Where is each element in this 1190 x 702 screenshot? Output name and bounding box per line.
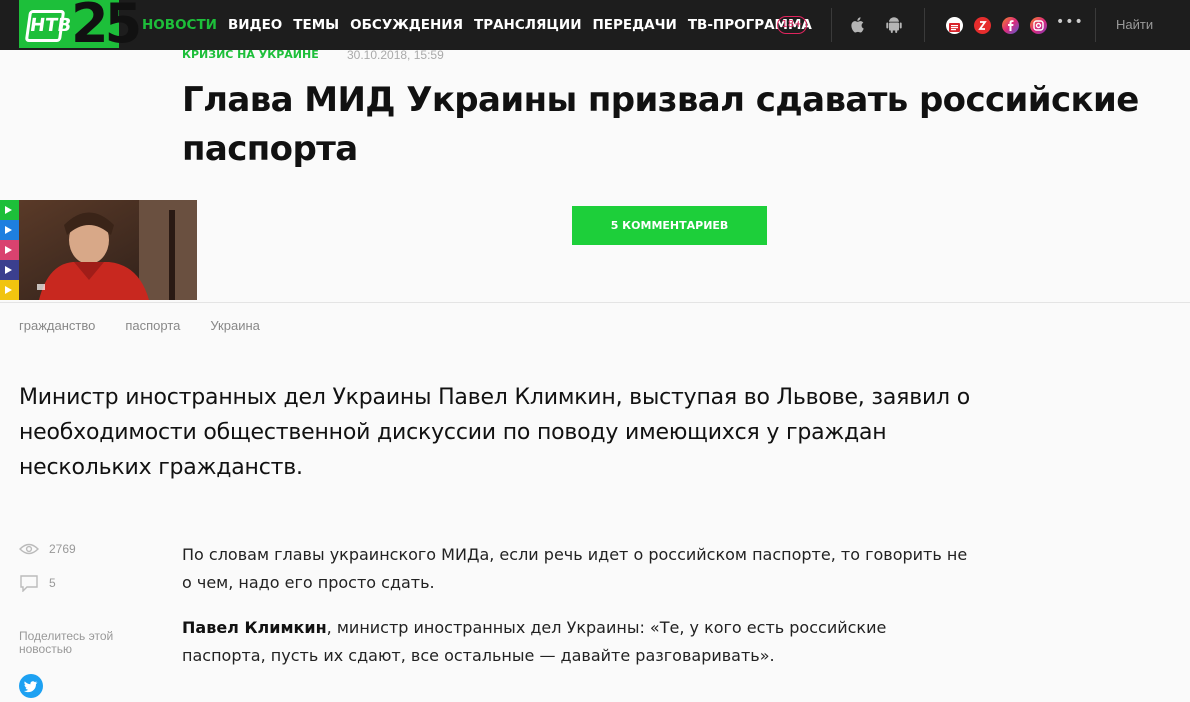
play-icon[interactable]	[0, 280, 19, 300]
play-icon[interactable]	[0, 260, 19, 280]
apple-icon[interactable]	[848, 15, 868, 35]
comments-count: 5	[49, 576, 56, 590]
nav-discussions[interactable]: ОБСУЖДЕНИЯ	[350, 17, 463, 33]
nav-news[interactable]: НОВОСТИ	[142, 17, 217, 33]
article-date: 30.10.2018, 15:59	[347, 48, 444, 62]
facebook-icon[interactable]	[1002, 17, 1019, 34]
news-icon[interactable]	[946, 17, 963, 34]
logo-text: НТВ	[24, 10, 73, 42]
divider	[924, 8, 925, 42]
views-counter: 2769	[19, 542, 76, 556]
nav-shows[interactable]: ПЕРЕДАЧИ	[593, 17, 677, 33]
top-bar: НТВ 25 НОВОСТИ ВИДЕО ТЕМЫ ОБСУЖДЕНИЯ ТРА…	[0, 0, 1190, 54]
comment-icon	[20, 575, 38, 592]
divider	[831, 8, 832, 42]
zen-icon[interactable]	[974, 17, 991, 34]
video-strip	[0, 200, 19, 300]
main-nav: НОВОСТИ ВИДЕО ТЕМЫ ОБСУЖДЕНИЯ ТРАНСЛЯЦИИ…	[142, 0, 823, 50]
tag-link[interactable]: гражданство	[19, 318, 95, 333]
article-paragraph: По словам главы украинского МИДа, если р…	[182, 545, 968, 592]
divider	[0, 302, 1190, 303]
nav-video[interactable]: ВИДЕО	[228, 17, 282, 33]
video-widget[interactable]	[0, 200, 200, 300]
more-icon[interactable]: •••	[1056, 14, 1084, 30]
comments-button[interactable]: 5 КОММЕНТАРИЕВ	[572, 206, 767, 245]
nav-topics[interactable]: ТЕМЫ	[293, 17, 339, 33]
play-icon[interactable]	[0, 240, 19, 260]
article-lead: Министр иностранных дел Украины Павел Кл…	[19, 385, 970, 480]
age-badge: 18+	[777, 16, 807, 34]
tag-link[interactable]: паспорта	[125, 318, 180, 333]
logo-number: 25	[71, 0, 142, 55]
comments-counter[interactable]: 5	[19, 574, 56, 592]
ntv-logo[interactable]: НТВ 25	[19, 0, 142, 54]
play-icon[interactable]	[0, 220, 19, 240]
play-icon[interactable]	[0, 200, 19, 220]
quote-author: Павел Климкин	[182, 618, 327, 637]
video-thumbnail[interactable]	[19, 200, 197, 300]
instagram-icon[interactable]	[1030, 17, 1047, 34]
android-icon[interactable]	[884, 15, 904, 35]
divider	[1095, 8, 1096, 42]
tags-list: гражданство паспорта Украина	[19, 318, 290, 333]
twitter-icon[interactable]	[19, 674, 43, 698]
share-label: Поделитесь этой новостью	[19, 629, 114, 656]
search-link[interactable]: Найти	[1116, 17, 1153, 32]
article-rubric[interactable]: КРИЗИС НА УКРАИНЕ	[182, 48, 319, 61]
article-title: Глава МИД Украины призвал сдавать россий…	[182, 80, 1139, 169]
nav-broadcasts[interactable]: ТРАНСЛЯЦИИ	[474, 17, 582, 33]
article-quote: Павел Климкин, министр иностранных дел У…	[182, 614, 972, 670]
tag-link[interactable]: Украина	[210, 318, 260, 333]
eye-icon	[19, 543, 39, 555]
views-count: 2769	[49, 542, 76, 556]
